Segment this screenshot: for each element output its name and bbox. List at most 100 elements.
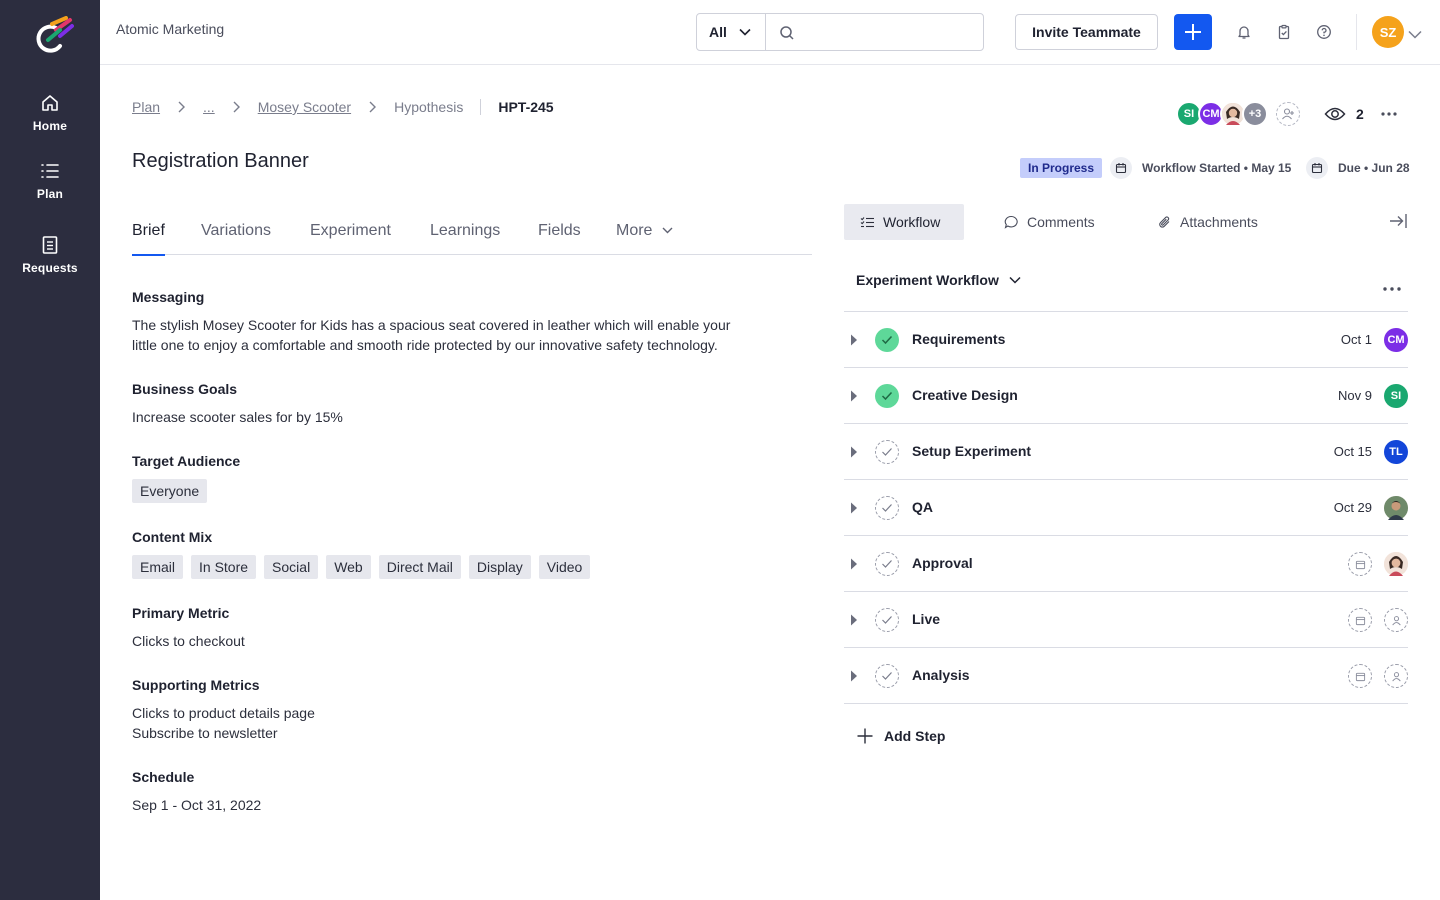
workflow-step-approval[interactable]: Approval bbox=[844, 536, 1408, 592]
tab-more-label: More bbox=[616, 222, 653, 239]
sidebar: Home Plan Requests bbox=[0, 0, 100, 900]
workflow-step-creative-design[interactable]: Creative Design Nov 9 SI bbox=[844, 368, 1408, 424]
clipboard-check-icon bbox=[1278, 24, 1290, 40]
add-member-button[interactable] bbox=[1276, 102, 1300, 126]
add-step-label: Add Step bbox=[884, 728, 946, 744]
step-incomplete-icon[interactable] bbox=[875, 440, 899, 464]
search-scope-select[interactable]: All bbox=[696, 13, 766, 51]
tab-learnings[interactable]: Learnings bbox=[430, 222, 500, 255]
more-options-button[interactable] bbox=[1380, 106, 1398, 127]
nav-plan[interactable]: Plan bbox=[0, 161, 100, 217]
nav-home[interactable]: Home bbox=[0, 93, 100, 149]
list-icon bbox=[41, 164, 59, 178]
panel-tab-comments[interactable]: Comments bbox=[1004, 204, 1095, 240]
tab-variations[interactable]: Variations bbox=[201, 222, 271, 255]
step-complete-icon[interactable] bbox=[875, 328, 899, 352]
breadcrumb-project[interactable]: Mosey Scooter bbox=[258, 99, 351, 115]
step-complete-icon[interactable] bbox=[875, 384, 899, 408]
breadcrumb-type[interactable]: Hypothesis bbox=[394, 99, 463, 115]
step-assignee-avatar[interactable]: CM bbox=[1384, 328, 1408, 352]
workflow-step-qa[interactable]: QA Oct 29 bbox=[844, 480, 1408, 536]
collapse-panel-icon[interactable] bbox=[1388, 212, 1408, 235]
tab-experiment[interactable]: Experiment bbox=[310, 222, 391, 255]
workflow-select[interactable]: Experiment Workflow bbox=[856, 270, 1021, 290]
status-badge[interactable]: In Progress bbox=[1020, 158, 1103, 178]
assign-user-icon[interactable] bbox=[1384, 664, 1408, 688]
due-date-meta[interactable]: Due • Jun 28 bbox=[1306, 157, 1410, 179]
user-avatar[interactable]: SZ bbox=[1372, 16, 1404, 48]
step-assignee-avatar-photo[interactable] bbox=[1384, 552, 1408, 576]
caret-right-icon[interactable] bbox=[850, 670, 858, 682]
nav-requests[interactable]: Requests bbox=[0, 235, 100, 291]
document-icon bbox=[42, 236, 58, 254]
step-assignee-avatar[interactable]: TL bbox=[1384, 440, 1408, 464]
chevron-down-icon bbox=[1009, 276, 1021, 284]
help-icon bbox=[1317, 25, 1331, 39]
step-incomplete-icon[interactable] bbox=[875, 608, 899, 632]
set-date-calendar-icon[interactable] bbox=[1348, 608, 1372, 632]
watchers-button[interactable]: 2 bbox=[1324, 104, 1364, 124]
org-name: Atomic Marketing bbox=[116, 21, 225, 37]
audience-chip: Everyone bbox=[132, 479, 208, 503]
step-date[interactable]: Nov 9 bbox=[1338, 388, 1372, 403]
more-horizontal-icon bbox=[1383, 287, 1401, 291]
set-date-calendar-icon[interactable] bbox=[1348, 552, 1372, 576]
app-logo[interactable] bbox=[30, 16, 74, 60]
breadcrumb-ellipsis[interactable]: ... bbox=[203, 99, 215, 115]
caret-right-icon[interactable] bbox=[850, 502, 858, 514]
caret-right-icon[interactable] bbox=[850, 334, 858, 346]
checklist-icon bbox=[860, 216, 874, 227]
tab-fields[interactable]: Fields bbox=[538, 222, 581, 255]
tab-more[interactable]: More bbox=[616, 222, 673, 255]
tasks-button[interactable] bbox=[1274, 22, 1294, 42]
content-mix-chip: Web bbox=[326, 555, 371, 579]
business-goals-text: Increase scooter sales for by 15% bbox=[132, 409, 343, 425]
step-date[interactable]: Oct 15 bbox=[1334, 444, 1372, 459]
caret-right-icon[interactable] bbox=[850, 558, 858, 570]
plus-icon bbox=[857, 728, 873, 744]
user-menu-chevron-icon[interactable] bbox=[1408, 26, 1422, 44]
step-assignee-avatar[interactable]: SI bbox=[1384, 384, 1408, 408]
breadcrumb-plan[interactable]: Plan bbox=[132, 99, 160, 115]
panel-tab-comments-label: Comments bbox=[1027, 214, 1095, 230]
workflow-name: Experiment Workflow bbox=[856, 272, 999, 288]
step-incomplete-icon[interactable] bbox=[875, 552, 899, 576]
caret-right-icon[interactable] bbox=[850, 390, 858, 402]
content-tabs: Brief Variations Experiment Learnings Fi… bbox=[132, 218, 812, 256]
assign-user-icon[interactable] bbox=[1384, 608, 1408, 632]
create-button[interactable] bbox=[1174, 14, 1212, 50]
avatar-overflow-count[interactable]: +3 bbox=[1242, 101, 1268, 127]
notifications-button[interactable] bbox=[1234, 22, 1254, 42]
breadcrumb-divider bbox=[480, 99, 482, 115]
step-date[interactable]: Oct 29 bbox=[1334, 500, 1372, 515]
content-mix-chip: Display bbox=[468, 555, 531, 579]
help-button[interactable] bbox=[1314, 22, 1334, 42]
step-assignee-avatar-photo[interactable] bbox=[1384, 496, 1408, 520]
step-incomplete-icon[interactable] bbox=[875, 664, 899, 688]
search-input[interactable] bbox=[802, 14, 977, 50]
invite-teammate-button[interactable]: Invite Teammate bbox=[1015, 14, 1158, 50]
supporting-metrics-label: Supporting Metrics bbox=[132, 677, 260, 693]
panel-tab-attachments[interactable]: Attachments bbox=[1158, 204, 1258, 240]
add-user-icon bbox=[1282, 108, 1294, 120]
business-goals-label: Business Goals bbox=[132, 381, 238, 397]
step-incomplete-icon[interactable] bbox=[875, 496, 899, 520]
caret-right-icon[interactable] bbox=[850, 446, 858, 458]
breadcrumb-item-id: HPT-245 bbox=[498, 99, 554, 115]
tab-brief[interactable]: Brief bbox=[132, 222, 165, 256]
workflow-step-analysis[interactable]: Analysis bbox=[844, 648, 1408, 704]
step-name: Approval bbox=[912, 555, 973, 571]
workflow-step-live[interactable]: Live bbox=[844, 592, 1408, 648]
workflow-more-button[interactable] bbox=[1383, 278, 1401, 296]
caret-right-icon[interactable] bbox=[850, 614, 858, 626]
workflow-step-requirements[interactable]: Requirements Oct 1 CM bbox=[844, 312, 1408, 368]
set-date-calendar-icon[interactable] bbox=[1348, 664, 1372, 688]
bell-icon bbox=[1238, 26, 1250, 39]
supporting-metric-1: Clicks to product details page bbox=[132, 705, 315, 721]
add-step-button[interactable]: Add Step bbox=[856, 726, 945, 746]
step-date[interactable]: Oct 1 bbox=[1341, 332, 1372, 347]
panel-tab-workflow[interactable]: Workflow bbox=[844, 204, 964, 240]
workflow-step-setup-experiment[interactable]: Setup Experiment Oct 15 TL bbox=[844, 424, 1408, 480]
content-mix-chip: Video bbox=[538, 555, 591, 579]
primary-metric-text: Clicks to checkout bbox=[132, 633, 245, 649]
